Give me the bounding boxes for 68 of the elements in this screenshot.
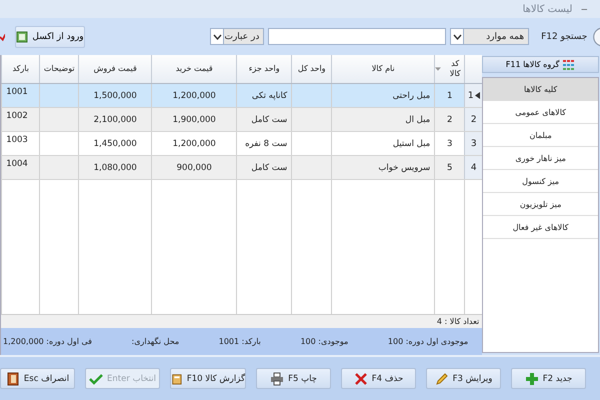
column-header[interactable]: قیمت فروش (78, 55, 152, 83)
exit-icon (6, 372, 20, 386)
row-number: 1 (464, 84, 482, 107)
plus-icon (524, 372, 539, 386)
detail-text: بارکد: 1001 (218, 337, 261, 346)
grid-icon (563, 60, 576, 70)
table-cell: 1,200,000 (172, 90, 216, 100)
table-cell: 1,900,000 (172, 114, 216, 124)
table-cell: ست کامل (251, 114, 288, 124)
table-cell: کاناپه تکی (252, 90, 288, 100)
sort-icon[interactable] (435, 66, 442, 72)
table-cell: مبل ال (405, 114, 430, 124)
table-cell: 1,500,000 (94, 90, 137, 100)
table-cell: 5 (447, 162, 452, 172)
table-cell: 1004 (6, 159, 28, 169)
match-dropdown[interactable]: در عبارت (210, 28, 264, 45)
column-header[interactable]: توضیحات (39, 55, 78, 83)
current-row-icon (474, 92, 480, 99)
table-cell: 1 (447, 90, 452, 100)
detail-text: فی اول دوره: 1,200,000 (3, 337, 92, 346)
column-header[interactable]: کد کالا (434, 55, 464, 83)
table-cell: ست کامل (251, 162, 288, 172)
search-label: جستجو F12 (541, 32, 588, 42)
column-header[interactable]: واحد جزء (236, 55, 292, 83)
table-cell: سرویس خواب (378, 162, 430, 172)
table-cell: 1001 (6, 87, 28, 97)
pencil-icon (434, 372, 449, 386)
item-count: تعداد کالا : 4 (436, 317, 480, 326)
table-cell: 1,450,000 (94, 138, 137, 148)
delete-button[interactable]: حذف F4 (341, 368, 416, 389)
row-number: 4 (464, 156, 482, 179)
table-cell: 900,000 (176, 162, 212, 172)
product-groups-button[interactable]: گروه کالاها F11 (482, 56, 599, 73)
checkmark-icon (89, 372, 104, 386)
row-number: 2 (464, 108, 482, 131)
table-cell: 3 (447, 138, 452, 148)
table-cell: 2 (447, 114, 452, 124)
spreadsheet-icon (16, 30, 28, 42)
column-header[interactable]: واحد کل (291, 55, 332, 83)
search-icon[interactable] (591, 26, 600, 48)
report-button[interactable]: گزارش کالا F10 (170, 368, 246, 389)
table-cell: ست 8 نفره (245, 138, 288, 148)
search-field[interactable] (268, 28, 446, 45)
group-item[interactable]: کلیه کالاها (483, 78, 598, 101)
print-button[interactable]: چاپ F5 (256, 368, 331, 389)
table-cell: 1,080,000 (94, 162, 137, 172)
row-number: 3 (464, 132, 482, 155)
table-cell: 1003 (6, 135, 28, 145)
x-icon (354, 372, 368, 386)
table-cell: 2,100,000 (94, 114, 137, 124)
import-excel-button[interactable]: ورود از اکسل (15, 26, 85, 48)
report-icon (171, 372, 183, 386)
add-button[interactable]: جدید F2 (511, 368, 586, 389)
table-cell: مبل راحتی (392, 90, 430, 100)
table-cell: 1,200,000 (172, 138, 216, 148)
table-cell: 1002 (6, 111, 28, 121)
detail-text: محل نگهداری: (132, 337, 180, 346)
cancel-button[interactable]: انصراف Esc (0, 368, 75, 389)
edit-button[interactable]: ویرایش F3 (426, 368, 501, 389)
window-title: لیست کالاها (522, 4, 572, 14)
table-cell: مبل استیل (392, 138, 430, 148)
detail-text: موجودی: 100 (300, 337, 348, 346)
column-header[interactable]: قیمت خرید (151, 55, 236, 83)
detail-text: موجودی اول دوره: 100 (388, 337, 468, 346)
column-header[interactable]: بارکد (1, 55, 40, 83)
column-header[interactable]: نام کالا (331, 55, 434, 83)
printer-icon (270, 372, 284, 386)
scope-dropdown[interactable]: همه موارد (450, 28, 530, 45)
